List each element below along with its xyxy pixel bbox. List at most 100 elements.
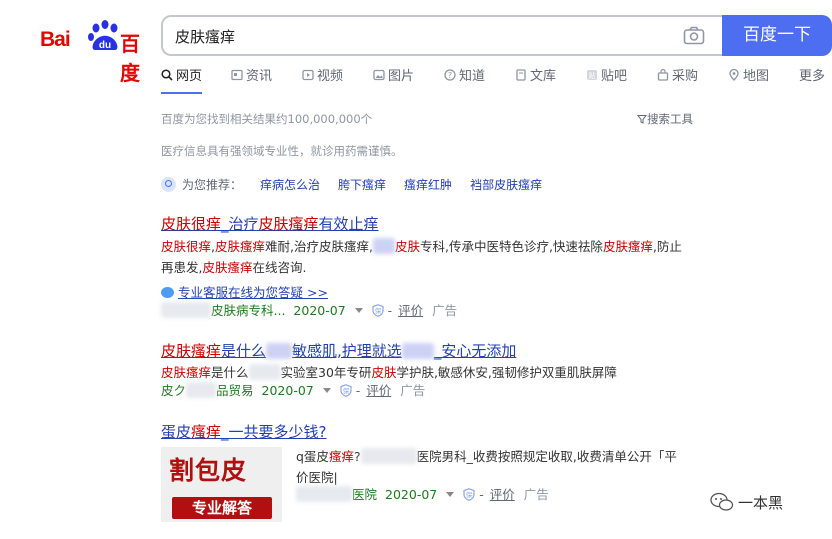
- source-date: 2020-07: [293, 303, 346, 318]
- abs-highlight: 皮肤瘙痒: [161, 365, 212, 380]
- tab-tieba[interactable]: 贴贴吧: [586, 66, 627, 90]
- result-title[interactable]: 皮肤瘙痒是什么 敏感肌,护理就选 _安心无添加: [161, 340, 516, 361]
- dropdown-arrow-icon[interactable]: [322, 388, 331, 393]
- search-tools-button[interactable]: 搜索工具: [637, 111, 693, 127]
- blurred-region: [186, 382, 217, 398]
- abs-highlight: 皮肤瘙痒: [602, 239, 653, 254]
- thumbnail-headline: 割包皮: [169, 456, 248, 485]
- search-button[interactable]: 百度一下: [722, 15, 832, 56]
- recommend-item[interactable]: 痒病怎么治: [260, 178, 320, 192]
- abs-text: 再患发,: [161, 260, 203, 275]
- result-title[interactable]: 蛋皮瘙痒_一共要多少钱?: [161, 421, 327, 442]
- evaluate-link[interactable]: 评价: [490, 487, 515, 502]
- tab-label: 更多: [799, 69, 826, 84]
- svg-text:贴: 贴: [589, 71, 596, 80]
- camera-icon[interactable]: [683, 26, 705, 45]
- abs-highlight: 皮肤瘙痒: [215, 239, 266, 254]
- source-date: 2020-07: [385, 487, 438, 502]
- abs-text: q蛋皮: [296, 449, 329, 464]
- recommend-item[interactable]: 瘙痒红肿: [404, 178, 452, 192]
- image-icon: [373, 69, 385, 81]
- search-icon: [161, 69, 173, 81]
- ad-label: 广告: [523, 487, 549, 502]
- tab-label: 文库: [530, 69, 557, 84]
- abs-text: 难耐,治疗皮肤瘙痒,: [265, 239, 373, 254]
- title-text: _治疗: [221, 215, 259, 233]
- blurred-region: [360, 448, 417, 464]
- map-icon: [729, 69, 739, 81]
- tab-label: 资讯: [246, 69, 273, 84]
- evaluate-link[interactable]: 评价: [398, 303, 423, 318]
- blurred-region: [296, 486, 352, 502]
- abs-highlight: 皮肤: [394, 239, 420, 254]
- service-link[interactable]: 专业客服在线为您答疑 >>: [161, 282, 328, 301]
- recommend-item[interactable]: 胯下瘙痒: [338, 178, 386, 192]
- chat-bubble-icon: [161, 287, 174, 298]
- abs-text: 在线咨询.: [252, 260, 307, 275]
- result-thumbnail[interactable]: 割包皮 专业解答: [161, 447, 282, 522]
- svg-text:保: 保: [343, 386, 350, 395]
- dropdown-arrow-icon[interactable]: [446, 492, 455, 497]
- shield-icon: 保: [463, 488, 475, 501]
- svg-text:保: 保: [466, 490, 473, 499]
- tab-label: 网页: [176, 69, 203, 84]
- source-date: 2020-07: [261, 383, 314, 398]
- tab-label: 图片: [388, 69, 415, 84]
- abs-text: 医院男科_收费按照规定收取,收费清单公开「平: [416, 449, 677, 464]
- svg-text:保: 保: [374, 306, 381, 315]
- search-input[interactable]: [175, 25, 655, 47]
- baidu-logo[interactable]: Bai du 百度: [40, 20, 144, 85]
- ad-label: 广告: [432, 303, 458, 318]
- question-icon: ?: [444, 69, 456, 81]
- tab-image[interactable]: 图片: [373, 66, 414, 90]
- title-text: _安心无添加: [433, 342, 517, 360]
- result-source: 皮ク 品贸易 2020-07 保 - 评价 广告: [161, 382, 426, 398]
- tab-more[interactable]: 更多: [799, 66, 825, 90]
- tab-label: 贴吧: [601, 69, 628, 84]
- logo-text-cn: 百度: [120, 32, 140, 85]
- recommend-item[interactable]: 裆部皮肤瘙痒: [470, 178, 542, 192]
- tab-map[interactable]: 地图: [728, 66, 769, 90]
- paw-logo-icon: du: [88, 20, 118, 51]
- blurred-region: [266, 343, 293, 359]
- title-text: 有效止痒: [318, 215, 379, 233]
- tab-video[interactable]: 视频: [302, 66, 343, 90]
- source-site[interactable]: 医院: [352, 487, 377, 502]
- tab-wenku[interactable]: 文库: [515, 66, 556, 90]
- tab-label: 地图: [743, 69, 770, 84]
- title-text: 蛋皮: [161, 423, 192, 441]
- ad-label: 广告: [400, 383, 426, 398]
- recommend-search-icon: [161, 177, 176, 192]
- tab-purchase[interactable]: 采购: [657, 66, 698, 90]
- abs-highlight: 皮肤瘙痒: [202, 260, 253, 275]
- logo-paw-text: du: [99, 40, 111, 51]
- video-icon: [302, 69, 314, 81]
- service-link-text: 专业客服在线为您答疑 >>: [178, 285, 328, 300]
- evaluate-link[interactable]: 评价: [366, 383, 391, 398]
- abs-text: 专科,传承中医特色诊疗,快速祛除: [419, 239, 603, 254]
- tab-zhidao[interactable]: ? 知道: [444, 66, 485, 90]
- abs-text: ,防止: [652, 239, 682, 254]
- tab-news[interactable]: 资讯: [231, 66, 272, 90]
- title-highlight: 皮肤瘙痒: [258, 215, 319, 233]
- shield-icon: 保: [340, 384, 352, 397]
- result-abstract: q蛋皮瘙痒? 医院男科_收费按照规定收取,收费清单公开「平 价医院|: [296, 446, 696, 488]
- result-title[interactable]: 皮肤很痒_治疗皮肤瘙痒有效止痒: [161, 213, 379, 234]
- nav-tabs: 网页 资讯 视频 图片 ? 知道 文库 贴贴吧 采购 地图 更多: [161, 66, 832, 94]
- blurred-region: [248, 364, 281, 380]
- abs-text: ?: [353, 449, 361, 464]
- source-site[interactable]: 皮肤病专科...: [211, 303, 285, 318]
- shield-icon: 保: [372, 304, 384, 317]
- dropdown-arrow-icon[interactable]: [354, 308, 363, 313]
- title-text: _一共要多少钱?: [221, 423, 327, 441]
- tab-web[interactable]: 网页: [161, 66, 203, 94]
- bag-icon: [657, 69, 669, 81]
- svg-text:?: ?: [448, 71, 452, 80]
- result-abstract: 皮肤很痒,皮肤瘙痒难耐,治疗皮肤瘙痒, 皮肤专科,传承中医特色诊疗,快速祛除皮肤瘙…: [161, 236, 706, 278]
- tieba-icon: 贴: [587, 70, 597, 80]
- source-site-prefix: 皮ク: [161, 383, 187, 398]
- title-text: 敏感肌,护理就选: [292, 342, 402, 360]
- abs-text: 学护肤,敏感休安,强韧修护双重肌肤屏障: [396, 365, 617, 380]
- result-count: 百度为您找到相关结果约100,000,000个: [161, 112, 373, 126]
- source-site[interactable]: 品贸易: [216, 383, 254, 398]
